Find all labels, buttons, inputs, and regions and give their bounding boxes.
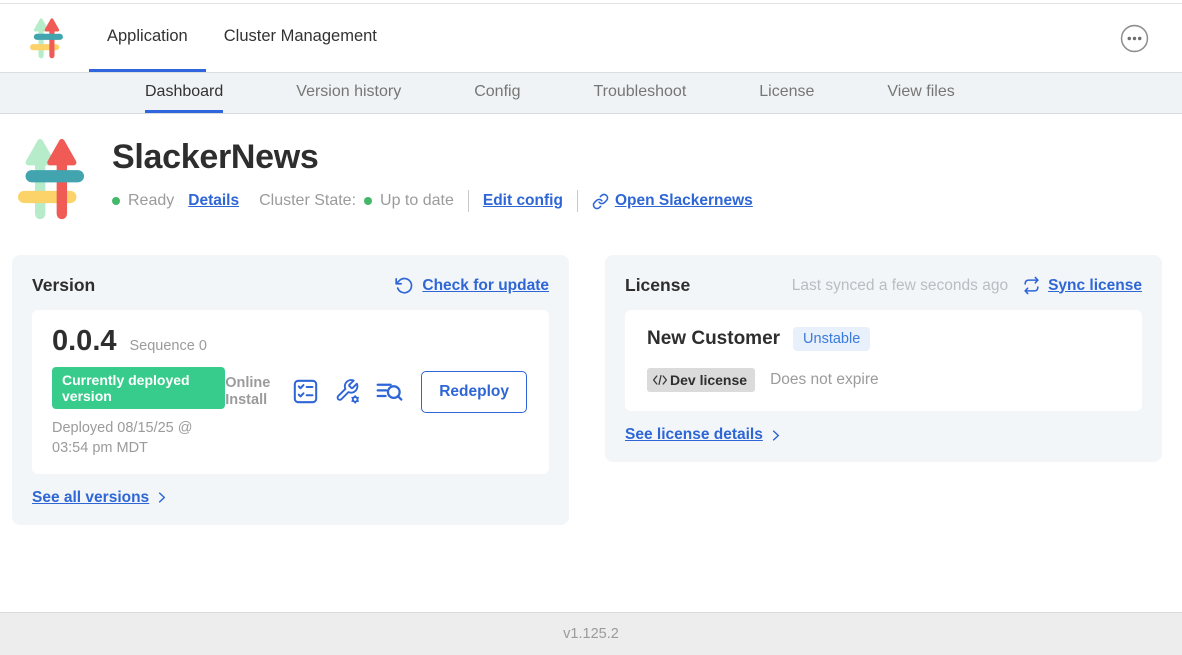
last-synced-text: Last synced a few seconds ago	[792, 277, 1008, 295]
top-navigation: Application Cluster Management	[0, 4, 1182, 73]
cluster-state-label: Cluster State:	[259, 192, 356, 210]
tab-config[interactable]: Config	[474, 73, 520, 113]
version-number: 0.0.4	[52, 325, 117, 358]
tab-cluster-management[interactable]: Cluster Management	[206, 4, 395, 72]
chevron-right-icon	[154, 490, 169, 505]
chevron-right-icon	[768, 428, 783, 443]
open-app-link-label: Open Slackernews	[615, 192, 753, 210]
tab-application[interactable]: Application	[89, 4, 206, 72]
cluster-state-dot	[364, 197, 372, 205]
page-title: SlackerNews	[112, 138, 753, 177]
console-version-text: v1.125.2	[563, 626, 619, 642]
sync-arrows-icon	[1022, 276, 1041, 295]
slackernews-logo-icon	[18, 132, 84, 227]
app-status-row: Ready Details Cluster State: Up to date …	[112, 190, 753, 212]
channel-badge: Unstable	[793, 327, 870, 351]
license-expiry-text: Does not expire	[770, 371, 879, 389]
customer-name: New Customer	[647, 328, 780, 350]
tab-license[interactable]: License	[759, 73, 814, 113]
see-license-details-label: See license details	[625, 426, 763, 444]
dashboard-cards: Version Check for update 0.0.4 Sequence …	[0, 255, 1182, 525]
deployed-status-badge: Currently deployed version	[52, 367, 225, 409]
deployed-timestamp: Deployed 08/15/25 @ 03:54 pm MDT	[52, 418, 225, 459]
overflow-menu-button[interactable]	[1120, 24, 1149, 53]
config-wrench-button[interactable]	[334, 378, 361, 405]
license-card-title: License	[625, 275, 690, 296]
app-logo-large	[18, 132, 84, 227]
code-brackets-icon	[652, 374, 668, 386]
sync-license-label: Sync license	[1048, 277, 1142, 295]
sync-license-link[interactable]: Sync license	[1022, 276, 1142, 295]
preflight-checks-button[interactable]	[292, 378, 319, 405]
slackernews-logo-icon	[30, 15, 63, 62]
tab-view-files[interactable]: View files	[887, 73, 954, 113]
app-logo-small	[30, 15, 63, 62]
sequence-label: Sequence 0	[130, 338, 207, 354]
refresh-icon	[395, 276, 414, 295]
wrench-gear-icon	[334, 378, 361, 405]
ellipsis-circle-icon	[1120, 24, 1149, 53]
redeploy-button[interactable]: Redeploy	[421, 371, 527, 413]
app-status-text: Ready	[128, 192, 174, 210]
footer-bar: v1.125.2	[0, 612, 1182, 655]
edit-config-link[interactable]: Edit config	[483, 192, 563, 210]
check-for-update-label: Check for update	[422, 277, 549, 295]
license-card: License Last synced a few seconds ago Sy…	[605, 255, 1162, 462]
check-for-update-link[interactable]: Check for update	[395, 276, 549, 295]
license-panel: New Customer Unstable Dev license Does n…	[625, 310, 1142, 411]
tab-dashboard[interactable]: Dashboard	[145, 73, 223, 113]
license-type-badge: Dev license	[647, 368, 755, 392]
status-details-link[interactable]: Details	[188, 192, 239, 210]
topnav-tabs: Application Cluster Management	[89, 4, 395, 72]
lines-magnifier-icon	[376, 378, 403, 405]
see-all-versions-label: See all versions	[32, 489, 149, 507]
open-app-link[interactable]: Open Slackernews	[592, 192, 753, 210]
app-header: SlackerNews Ready Details Cluster State:…	[0, 114, 1182, 227]
app-status-dot	[112, 197, 120, 205]
see-all-versions-link[interactable]: See all versions	[32, 489, 549, 507]
version-card-title: Version	[32, 275, 95, 296]
see-license-details-link[interactable]: See license details	[625, 426, 1142, 444]
license-type-label: Dev license	[670, 372, 747, 388]
version-card: Version Check for update 0.0.4 Sequence …	[12, 255, 569, 525]
install-type-label: Online Install	[225, 375, 277, 408]
cluster-state-text: Up to date	[380, 192, 454, 210]
view-diff-button[interactable]	[376, 378, 403, 405]
app-sub-navigation: Dashboard Version history Config Trouble…	[0, 73, 1182, 114]
chain-link-icon	[592, 193, 609, 210]
tab-troubleshoot[interactable]: Troubleshoot	[593, 73, 686, 113]
tab-version-history[interactable]: Version history	[296, 73, 401, 113]
divider	[577, 190, 578, 212]
divider	[468, 190, 469, 212]
current-version-panel: 0.0.4 Sequence 0 Currently deployed vers…	[32, 310, 549, 474]
checklist-icon	[292, 378, 319, 405]
